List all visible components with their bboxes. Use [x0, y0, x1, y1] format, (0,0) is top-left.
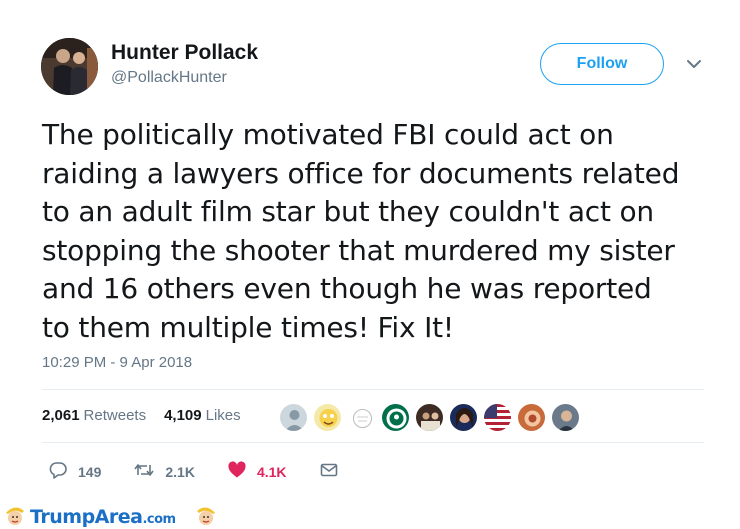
liker-avatar-pattern[interactable]	[517, 403, 546, 432]
tweet-stats: 2,061 Retweets 4,109 Likes	[42, 407, 241, 424]
liker-avatar-woman[interactable]	[449, 403, 478, 432]
tweet-timestamp[interactable]: 10:29 PM - 9 Apr 2018	[42, 354, 192, 371]
tweet-line: stopping the shooter that murdered my si…	[42, 233, 675, 267]
tweet-text: The politically motivated FBI could act …	[42, 116, 722, 347]
mascot-icon	[194, 503, 218, 527]
reply-button[interactable]: 149	[48, 460, 101, 483]
chevron-down-icon[interactable]	[684, 54, 704, 74]
tweet-line: raiding a lawyers office for documents r…	[42, 156, 680, 190]
tweet-line: The politically motivated FBI could act …	[42, 118, 614, 151]
like-count: 4.1K	[256, 463, 287, 480]
retweet-button[interactable]: 2.1K	[133, 460, 195, 483]
liker-avatars	[279, 403, 585, 432]
likes-label: Likes	[205, 407, 241, 424]
heart-icon	[227, 460, 247, 483]
liker-avatar-sketch[interactable]	[347, 403, 376, 432]
footer-watermark: TrumpArea.com	[0, 499, 740, 529]
liker-avatar-starbucks[interactable]	[381, 403, 410, 432]
brand-trump: Trump	[30, 506, 95, 528]
retweet-count: 2.1K	[165, 463, 195, 480]
follow-button[interactable]: Follow	[540, 43, 664, 85]
liker-avatar-cartoon[interactable]	[313, 403, 342, 432]
direct-message-button[interactable]	[319, 460, 339, 483]
likes-stat[interactable]: 4,109 Likes	[164, 407, 241, 424]
likes-count: 4,109	[164, 407, 202, 424]
footer-brand-logo: TrumpArea.com	[30, 506, 176, 528]
reply-count: 149	[78, 463, 102, 480]
liker-avatar-group[interactable]	[415, 403, 444, 432]
liker-avatar-flag[interactable]	[483, 403, 512, 432]
author-name[interactable]: Hunter Pollack	[111, 41, 258, 65]
divider	[42, 389, 704, 390]
liker-avatar-default[interactable]	[279, 403, 308, 432]
tweet-line: to them multiple times! Fix It!	[42, 310, 454, 344]
retweets-count: 2,061	[42, 407, 80, 424]
author-avatar[interactable]	[41, 38, 98, 95]
like-button[interactable]: 4.1K	[227, 460, 287, 483]
reply-icon	[48, 460, 68, 483]
brand-area: Area	[94, 506, 143, 528]
retweets-label: Retweets	[83, 407, 147, 424]
mascot-icon	[3, 503, 27, 527]
liker-avatar-man[interactable]	[551, 403, 580, 432]
tweet-line: and 16 others even though he was reporte…	[42, 272, 652, 305]
retweets-stat[interactable]: 2,061 Retweets	[42, 407, 146, 424]
envelope-icon	[319, 460, 339, 483]
author-handle[interactable]: @PollackHunter	[111, 69, 227, 87]
retweet-icon	[133, 460, 155, 483]
divider	[42, 442, 704, 443]
tweet-actions: 149 2.1K 4.1K	[48, 460, 371, 483]
brand-com: .com	[142, 512, 176, 527]
tweet-line: to an adult film star but they couldn't …	[42, 195, 654, 228]
